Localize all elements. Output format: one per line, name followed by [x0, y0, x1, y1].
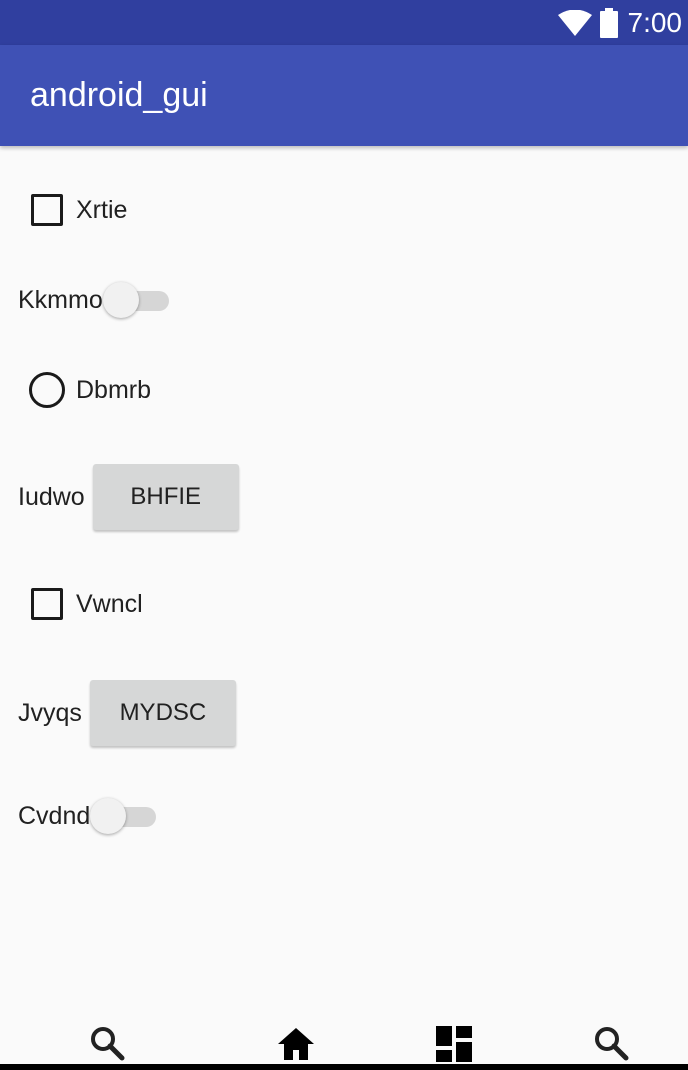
checkbox-xrtie[interactable]	[31, 194, 63, 226]
wifi-icon	[557, 9, 592, 36]
button-row-iudwo: Iudwo BHFIE	[18, 464, 239, 530]
battery-icon	[599, 7, 618, 38]
button-row-jvyqs: Jvyqs MYDSC	[18, 680, 236, 746]
switch-row-kkmmo[interactable]: Kkmmo	[18, 282, 169, 318]
app-bar: android_gui	[0, 45, 688, 146]
radio-label-dbmrb: Dbmrb	[76, 375, 152, 404]
button-row-label-jvyqs: Jvyqs	[18, 698, 82, 727]
mydsc-button[interactable]: MYDSC	[89, 680, 236, 746]
status-bar: 7:00	[0, 0, 688, 45]
bottom-edge	[0, 1064, 688, 1070]
radio-dbmrb[interactable]	[29, 372, 65, 408]
switch-label-cvdnd: Cvdnd	[18, 801, 91, 830]
search-icon[interactable]	[592, 1024, 632, 1064]
checkbox-label-xrtie: Xrtie	[76, 195, 128, 224]
switch-thumb[interactable]	[90, 798, 127, 834]
dashboard-icon[interactable]	[434, 1024, 474, 1064]
switch-label-kkmmo: Kkmmo	[18, 285, 103, 314]
app-title: android_gui	[30, 76, 208, 114]
search-icon[interactable]	[88, 1024, 128, 1064]
bottom-navigation	[0, 1012, 688, 1070]
switch-row-cvdnd[interactable]: Cvdnd	[18, 798, 157, 834]
switch-cvdnd[interactable]	[90, 798, 157, 834]
checkbox-vwncl[interactable]	[31, 588, 63, 620]
home-icon[interactable]	[276, 1024, 316, 1064]
checkbox-row-vwncl[interactable]: Vwncl	[0, 586, 143, 622]
status-time: 7:00	[627, 6, 683, 38]
checkbox-label-vwncl: Vwncl	[76, 589, 143, 618]
button-row-label-iudwo: Iudwo	[18, 482, 85, 511]
bhfie-button[interactable]: BHFIE	[92, 464, 239, 530]
switch-thumb[interactable]	[102, 282, 139, 318]
switch-kkmmo[interactable]	[102, 282, 169, 318]
checkbox-row-xrtie[interactable]: Xrtie	[0, 192, 127, 228]
radio-row-dbmrb[interactable]: Dbmrb	[0, 370, 151, 410]
